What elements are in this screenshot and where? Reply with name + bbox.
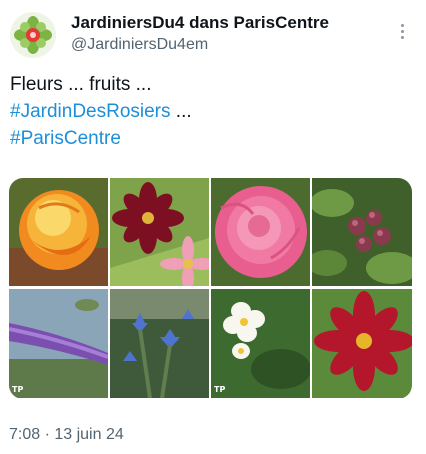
- more-options-icon-dot: [400, 29, 404, 33]
- photo-blue-borage[interactable]: [110, 289, 209, 398]
- photo-image: [312, 178, 412, 286]
- hashtag-link[interactable]: #JardinDesRosiers: [10, 101, 171, 122]
- post-text: Fleurs ... fruits ... #JardinDesRosiers …: [10, 71, 410, 152]
- post-text-line: #JardinDesRosiers ...: [10, 98, 410, 125]
- flower-logo-icon: [10, 12, 56, 58]
- more-options-button[interactable]: [390, 18, 414, 44]
- photo-pink-rose[interactable]: [211, 178, 310, 286]
- author-handle[interactable]: @JardiniersDu4em: [71, 36, 208, 54]
- post-text-line: #ParisCentre: [10, 125, 410, 152]
- photo-grid: TP TP: [9, 178, 412, 399]
- avatar[interactable]: [10, 12, 56, 58]
- post-text-line: Fleurs ... fruits ...: [10, 74, 152, 95]
- photo-credit-badge: TP: [214, 385, 226, 394]
- post-text-suffix: ...: [170, 101, 192, 122]
- photo-image: [211, 289, 310, 398]
- photo-red-cosmos[interactable]: [312, 289, 412, 398]
- more-options-icon-dot: [400, 35, 404, 39]
- photo-orange-yellow-rose[interactable]: [9, 178, 108, 286]
- photo-dark-red-cosmos-and-pink-cosmos[interactable]: [110, 178, 209, 286]
- hashtag-link[interactable]: #ParisCentre: [10, 128, 121, 149]
- photo-image: [211, 178, 310, 286]
- more-options-icon: [400, 23, 404, 27]
- photo-white-potato-flowers[interactable]: TP: [211, 289, 310, 398]
- photo-image: [9, 178, 108, 286]
- photo-purple-buddleia[interactable]: TP: [9, 289, 108, 398]
- photo-image: [9, 289, 108, 398]
- post-timestamp[interactable]: 7:08 · 13 juin 24: [9, 426, 124, 444]
- post-header: JardiniersDu4 dans ParisCentre @Jardinie…: [0, 0, 426, 64]
- photo-image: [312, 289, 412, 398]
- photo-credit-badge: TP: [12, 385, 24, 394]
- photo-image: [110, 178, 209, 286]
- photo-image: [110, 289, 209, 398]
- photo-blackberries[interactable]: [312, 178, 412, 286]
- author-name[interactable]: JardiniersDu4 dans ParisCentre: [71, 13, 329, 33]
